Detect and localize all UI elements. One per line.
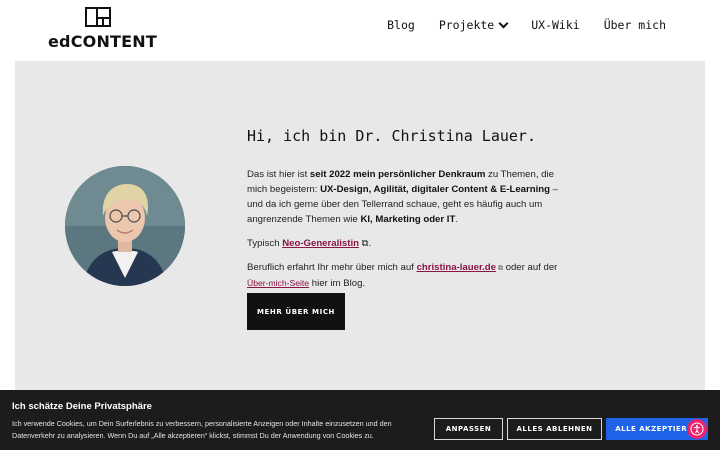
emphasis-text: KI, Marketing oder IT: [360, 214, 456, 225]
emphasis-text: UX-Design, Agilität, digitaler Content &…: [320, 184, 550, 195]
logo-text: edCONTENT: [48, 32, 157, 51]
avatar: [65, 166, 185, 286]
emphasis-text: seit 2022 mein persönlicher Denkraum: [309, 169, 486, 180]
text: Das ist hier ist: [247, 169, 310, 180]
nav-item-label: Blog: [387, 18, 415, 32]
mehr-ueber-mich-button[interactable]: MEHR ÜBER MICH: [247, 293, 345, 330]
text: hier im Blog.: [309, 278, 366, 289]
accessibility-icon[interactable]: [687, 419, 707, 439]
intro-content: Hi, ich bin Dr. Christina Lauer. Das ist…: [247, 127, 567, 300]
main-nav: Blog Projekte UX-Wiki Über mich: [387, 18, 666, 32]
cookie-title: Ich schätze Deine Privatsphäre: [12, 401, 152, 412]
nav-item-ux-wiki[interactable]: UX-Wiki: [531, 18, 579, 32]
accessibility-figure-icon: [690, 422, 704, 436]
hero-title: Hi, ich bin Dr. Christina Lauer.: [247, 127, 536, 145]
nav-item-blog[interactable]: Blog: [387, 18, 415, 32]
text: .: [455, 214, 458, 225]
nav-item-label: Projekte: [438, 18, 495, 32]
cookie-banner: Ich schätze Deine Privatsphäre Ich verwe…: [0, 390, 720, 450]
nav-item-label: UX-Wiki: [531, 18, 580, 32]
external-link-icon: ⧉.: [358, 238, 372, 249]
text: Beruflich erfahrt Ihr mehr über mich auf: [247, 262, 417, 273]
external-link-icon: ⧉: [496, 265, 503, 272]
text: Typisch: [247, 238, 283, 249]
cookie-reject-button[interactable]: ALLES ABLEHNEN: [507, 418, 602, 440]
logo-mark-icon: [85, 7, 111, 27]
nav-item-ueber-mich[interactable]: Über mich: [604, 18, 666, 32]
site-header: edCONTENT Blog Projekte UX-Wiki Über mic…: [0, 0, 720, 60]
chevron-down-icon: [498, 18, 509, 28]
nav-item-projekte[interactable]: Projekte: [438, 18, 509, 32]
intro-paragraph: Das ist hier ist seit 2022 mein persönli…: [247, 167, 567, 227]
text: oder auf der: [502, 262, 558, 273]
nav-item-label: Über mich: [603, 18, 666, 32]
christina-lauer-link[interactable]: christina-lauer.de: [417, 262, 496, 273]
cookie-text: Ich verwende Cookies, um Dein Surferlebn…: [12, 419, 392, 440]
site-logo[interactable]: edCONTENT: [48, 7, 157, 51]
cookie-customize-button[interactable]: ANPASSEN: [434, 418, 503, 440]
neo-generalistin-link[interactable]: Neo-Generalistin: [282, 238, 359, 249]
portrait-image: [65, 166, 185, 286]
ueber-mich-seite-link[interactable]: Über-mich-Seite: [247, 278, 309, 288]
career-paragraph: Beruflich erfahrt Ihr mehr über mich auf…: [247, 260, 567, 291]
generalist-paragraph: Typisch Neo-Generalistin ⧉.: [247, 236, 567, 251]
